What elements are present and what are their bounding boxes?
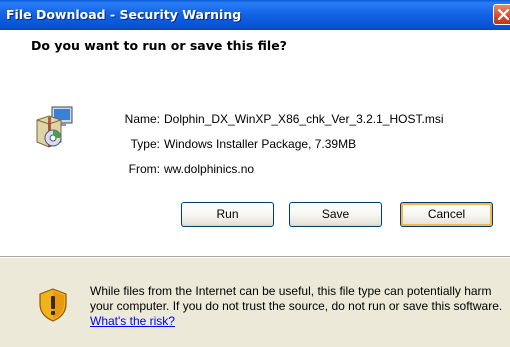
from-label: From: xyxy=(128,162,160,176)
cancel-button[interactable]: Cancel xyxy=(400,202,493,227)
warning-text: While files from the Internet can be use… xyxy=(90,284,503,313)
file-source-value: ww.dolphinics.no xyxy=(164,162,255,176)
file-type-value: Windows Installer Package, 7.39MB xyxy=(164,137,357,151)
name-label: Name: xyxy=(124,112,160,126)
file-download-dialog: File Download - Security Warning Do you … xyxy=(0,0,510,347)
security-warning-message: While files from the Internet can be use… xyxy=(90,284,505,329)
type-label: Type: xyxy=(130,137,160,151)
title-bar[interactable]: File Download - Security Warning xyxy=(0,0,510,30)
run-button[interactable]: Run xyxy=(181,202,274,227)
save-button[interactable]: Save xyxy=(289,202,382,227)
close-button[interactable] xyxy=(493,4,510,25)
whats-the-risk-link[interactable]: What's the risk? xyxy=(90,314,175,328)
separator xyxy=(0,256,510,258)
window-title: File Download - Security Warning xyxy=(6,7,242,22)
close-icon xyxy=(498,9,509,20)
dialog-question: Do you want to run or save this file? xyxy=(31,38,287,53)
installer-package-icon xyxy=(36,106,73,148)
security-shield-icon xyxy=(39,288,67,322)
file-name-value: Dolphin_DX_WinXP_X86_chk_Ver_3.2.1_HOST.… xyxy=(164,112,444,126)
